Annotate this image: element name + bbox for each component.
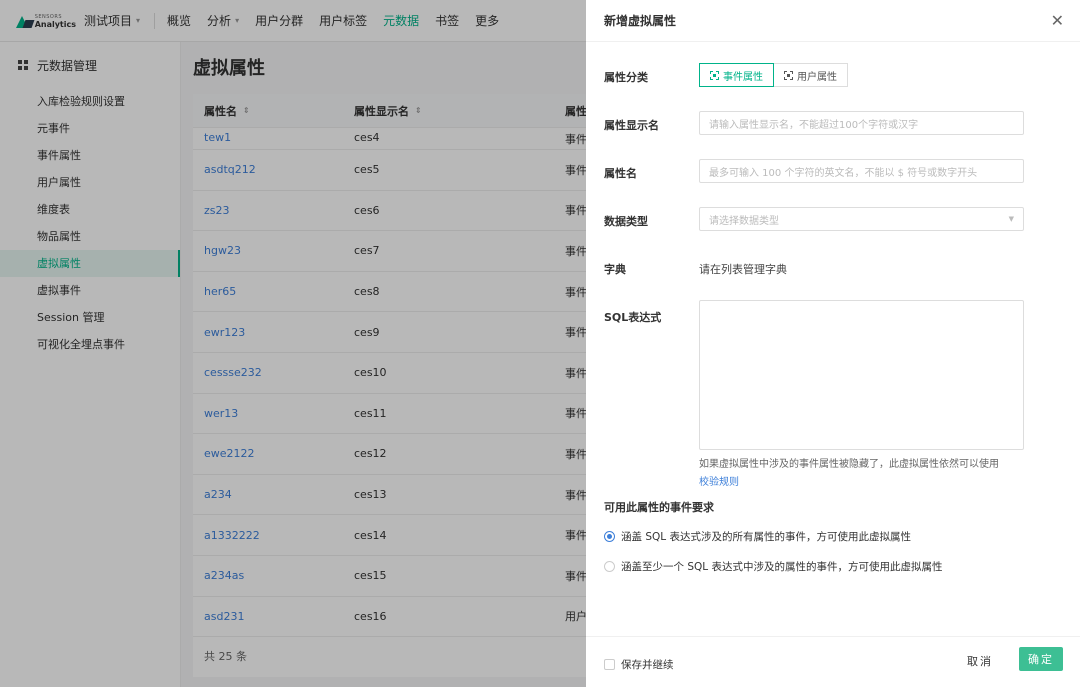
property-name-input[interactable]: 最多可输入 100 个字符的英文名，不能以 $ 符号或数字开头: [699, 159, 1024, 183]
event-requirement-label: 可用此属性的事件要求: [604, 501, 714, 514]
sql-expression-textarea[interactable]: [699, 300, 1024, 450]
radio-unchecked-icon[interactable]: [604, 561, 615, 572]
chevron-down-icon: ▼: [1008, 215, 1014, 223]
checkbox-icon[interactable]: [604, 659, 615, 670]
category-option-user[interactable]: 用户属性: [774, 63, 848, 87]
close-icon[interactable]: ✕: [1051, 11, 1064, 30]
property-name-placeholder: 最多可输入 100 个字符的英文名，不能以 $ 符号或数字开头: [709, 167, 978, 179]
radio-option-all[interactable]: 涵盖 SQL 表达式涉及的所有属性的事件，方可使用此虚拟属性: [604, 529, 911, 544]
category-option-event[interactable]: 事件属性: [699, 63, 774, 87]
category-label: 属性分类: [604, 71, 648, 84]
sql-label: SQL表达式: [604, 311, 662, 324]
display-name-label: 属性显示名: [604, 119, 659, 132]
data-type-select[interactable]: 请选择数据类型 ▼: [699, 207, 1024, 231]
radio-checked-icon[interactable]: [604, 531, 615, 542]
display-name-placeholder: 请输入属性显示名，不能超过100个字符或汉字: [709, 119, 919, 131]
dictionary-text: 请在列表管理字典: [699, 263, 787, 276]
validation-rules-link[interactable]: 校验规则: [699, 473, 739, 488]
user-property-icon: [784, 70, 793, 80]
drawer-header: 新增虚拟属性 ✕: [586, 0, 1080, 42]
drawer-title: 新增虚拟属性: [604, 14, 677, 28]
property-name-label: 属性名: [604, 167, 637, 180]
drawer-footer: 保存并继续 取消 确定: [586, 636, 1080, 687]
display-name-input[interactable]: 请输入属性显示名，不能超过100个字符或汉字: [699, 111, 1024, 135]
save-and-continue-checkbox[interactable]: 保存并继续: [604, 657, 674, 672]
category-segmented-control: 事件属性 用户属性: [699, 63, 848, 87]
data-type-placeholder: 请选择数据类型: [709, 215, 779, 227]
data-type-label: 数据类型: [604, 215, 648, 228]
radio-option-any[interactable]: 涵盖至少一个 SQL 表达式中涉及的属性的事件，方可使用此虚拟属性: [604, 559, 942, 574]
confirm-button[interactable]: 确定: [1019, 647, 1063, 671]
modal-overlay[interactable]: [0, 0, 586, 687]
cancel-button[interactable]: 取消: [967, 653, 993, 669]
dictionary-label: 字典: [604, 263, 626, 276]
sql-hint: 如果虚拟属性中涉及的事件属性被隐藏了，此虚拟属性依然可以使用: [699, 459, 999, 470]
add-virtual-property-drawer: 新增虚拟属性 ✕ 属性分类 事件属性 用户属性 属性显示名 请输入属性显示名，不…: [586, 0, 1080, 687]
event-property-icon: [710, 70, 719, 80]
